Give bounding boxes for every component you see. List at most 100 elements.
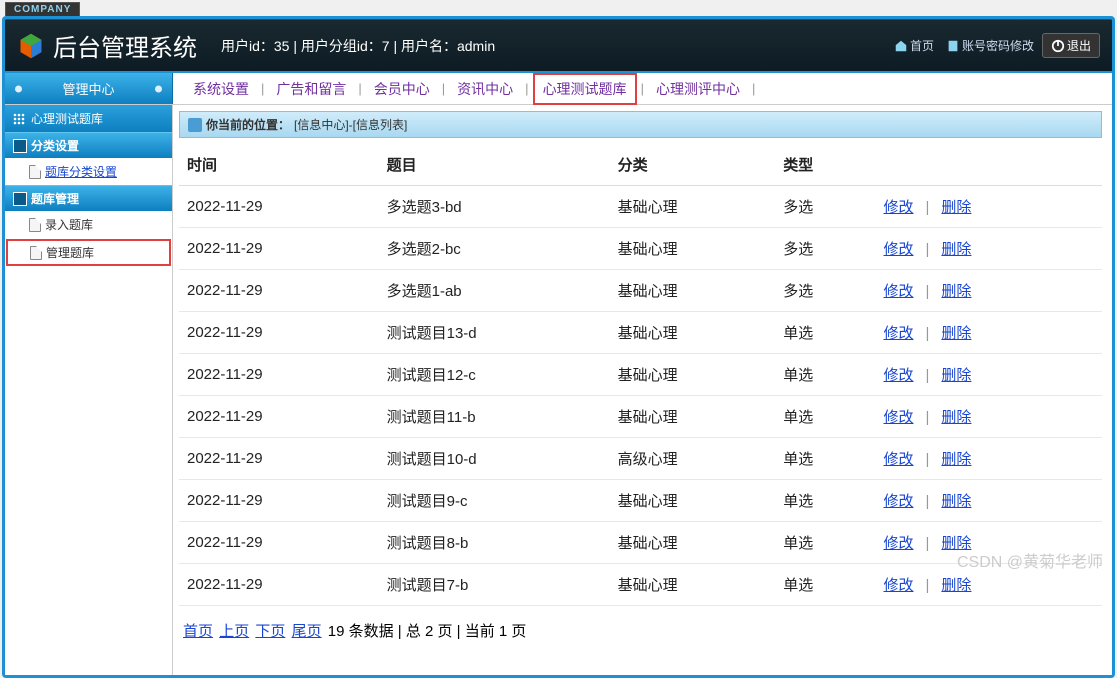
- home-link[interactable]: 首页: [890, 35, 938, 56]
- edit-link[interactable]: 修改: [884, 325, 914, 342]
- home-link-label: 首页: [910, 37, 934, 54]
- delete-link[interactable]: 删除: [941, 493, 971, 510]
- table-cell-time: 2022-11-29: [179, 564, 379, 606]
- table-cell-cat: 基础心理: [610, 354, 776, 396]
- sidebar-section-header: 分类设置: [5, 132, 172, 158]
- edit-link[interactable]: 修改: [884, 367, 914, 384]
- edit-link[interactable]: 修改: [884, 241, 914, 258]
- table-cell-time: 2022-11-29: [179, 312, 379, 354]
- table-row: 2022-11-29多选题3-bd基础心理多选修改|删除: [179, 186, 1102, 228]
- action-separator: |: [914, 493, 942, 510]
- action-separator: |: [914, 199, 942, 216]
- sidebar-item-label[interactable]: 录入题库: [45, 216, 93, 233]
- sidebar-item[interactable]: 题库分类设置: [5, 158, 172, 185]
- table-row: 2022-11-29测试题目12-c基础心理单选修改|删除: [179, 354, 1102, 396]
- table-cell-time: 2022-11-29: [179, 228, 379, 270]
- table-cell-actions: 修改|删除: [876, 522, 1103, 564]
- table-cell-cat: 基础心理: [610, 270, 776, 312]
- grid-icon: [13, 113, 25, 125]
- table-cell-time: 2022-11-29: [179, 354, 379, 396]
- nav-separator: |: [257, 81, 268, 96]
- table-header-cell: 类型: [775, 144, 875, 186]
- table-cell-type: 多选: [775, 270, 875, 312]
- table-cell-type: 单选: [775, 354, 875, 396]
- topnav-item[interactable]: 会员中心: [366, 79, 438, 99]
- file-icon: [29, 165, 41, 179]
- table-cell-cat: 基础心理: [610, 522, 776, 564]
- table-cell-title: 测试题目13-d: [379, 312, 610, 354]
- table-cell-type: 单选: [775, 564, 875, 606]
- pager-link[interactable]: 上页: [219, 623, 249, 640]
- table-cell-type: 多选: [775, 228, 875, 270]
- nav-management-center[interactable]: 管理中心: [5, 73, 173, 104]
- section-icon: [13, 139, 27, 153]
- delete-link[interactable]: 删除: [941, 199, 971, 216]
- edit-link[interactable]: 修改: [884, 199, 914, 216]
- delete-link[interactable]: 删除: [941, 535, 971, 552]
- table-cell-cat: 高级心理: [610, 438, 776, 480]
- nav-separator: |: [438, 81, 449, 96]
- edit-link[interactable]: 修改: [884, 493, 914, 510]
- table-cell-type: 单选: [775, 522, 875, 564]
- nav-separator: |: [521, 81, 532, 96]
- logo-icon: [17, 32, 45, 60]
- sidebar-item-label[interactable]: 题库分类设置: [45, 163, 117, 180]
- data-table: 时间题目分类类型 2022-11-29多选题3-bd基础心理多选修改|删除202…: [179, 144, 1102, 606]
- delete-link[interactable]: 删除: [941, 451, 971, 468]
- table-cell-title: 测试题目9-c: [379, 480, 610, 522]
- pager-link[interactable]: 尾页: [292, 623, 322, 640]
- delete-link[interactable]: 删除: [941, 409, 971, 426]
- topnav-item[interactable]: 系统设置: [185, 79, 257, 99]
- sidebar: 心理测试题库 分类设置题库分类设置题库管理录入题库管理题库: [5, 105, 173, 675]
- delete-link[interactable]: 删除: [941, 283, 971, 300]
- topnav-item[interactable]: 心理测试题库: [533, 73, 637, 105]
- password-link[interactable]: 账号密码修改: [942, 35, 1038, 56]
- action-separator: |: [914, 535, 942, 552]
- content-area: 你当前的位置： [信息中心]-[信息列表] 时间题目分类类型 2022-11-2…: [173, 105, 1112, 675]
- app-title: 后台管理系统: [53, 28, 197, 63]
- table-header-cell: 题目: [379, 144, 610, 186]
- sidebar-section-title: 分类设置: [31, 137, 79, 154]
- delete-link[interactable]: 删除: [941, 577, 971, 594]
- table-cell-title: 测试题目12-c: [379, 354, 610, 396]
- home-icon: [894, 39, 908, 53]
- action-separator: |: [914, 367, 942, 384]
- edit-link[interactable]: 修改: [884, 451, 914, 468]
- sidebar-item[interactable]: 管理题库: [6, 239, 171, 266]
- sidebar-section-header: 题库管理: [5, 185, 172, 211]
- table-cell-title: 测试题目7-b: [379, 564, 610, 606]
- table-cell-cat: 基础心理: [610, 312, 776, 354]
- table-row: 2022-11-29测试题目8-b基础心理单选修改|删除: [179, 522, 1102, 564]
- sidebar-item[interactable]: 录入题库: [5, 211, 172, 238]
- table-cell-type: 单选: [775, 438, 875, 480]
- pager-link[interactable]: 下页: [255, 623, 285, 640]
- table-cell-actions: 修改|删除: [876, 270, 1103, 312]
- edit-link[interactable]: 修改: [884, 283, 914, 300]
- delete-link[interactable]: 删除: [941, 325, 971, 342]
- topnav-item[interactable]: 广告和留言: [268, 79, 354, 99]
- breadcrumb: 你当前的位置： [信息中心]-[信息列表]: [179, 111, 1102, 138]
- header-bar: 后台管理系统 用户id：35 | 用户分组id：7 | 用户名：admin 首页…: [5, 19, 1112, 71]
- document-icon: [946, 39, 960, 53]
- topnav-item[interactable]: 资讯中心: [449, 79, 521, 99]
- edit-link[interactable]: 修改: [884, 535, 914, 552]
- pager-link[interactable]: 首页: [183, 623, 213, 640]
- action-separator: |: [914, 451, 942, 468]
- password-link-label: 账号密码修改: [962, 37, 1034, 54]
- sidebar-item-label[interactable]: 管理题库: [46, 244, 94, 261]
- action-separator: |: [914, 577, 942, 594]
- edit-link[interactable]: 修改: [884, 409, 914, 426]
- exit-button[interactable]: 退出: [1042, 33, 1100, 58]
- sidebar-crumb: 心理测试题库: [5, 105, 172, 132]
- edit-link[interactable]: 修改: [884, 577, 914, 594]
- delete-link[interactable]: 删除: [941, 241, 971, 258]
- table-cell-cat: 基础心理: [610, 186, 776, 228]
- topnav-item[interactable]: 心理测评中心: [648, 79, 748, 99]
- company-label: COMPANY: [5, 2, 80, 16]
- action-separator: |: [914, 409, 942, 426]
- action-separator: |: [914, 325, 942, 342]
- delete-link[interactable]: 删除: [941, 367, 971, 384]
- sidebar-crumb-label: 心理测试题库: [31, 110, 103, 127]
- table-cell-type: 单选: [775, 480, 875, 522]
- table-cell-actions: 修改|删除: [876, 480, 1103, 522]
